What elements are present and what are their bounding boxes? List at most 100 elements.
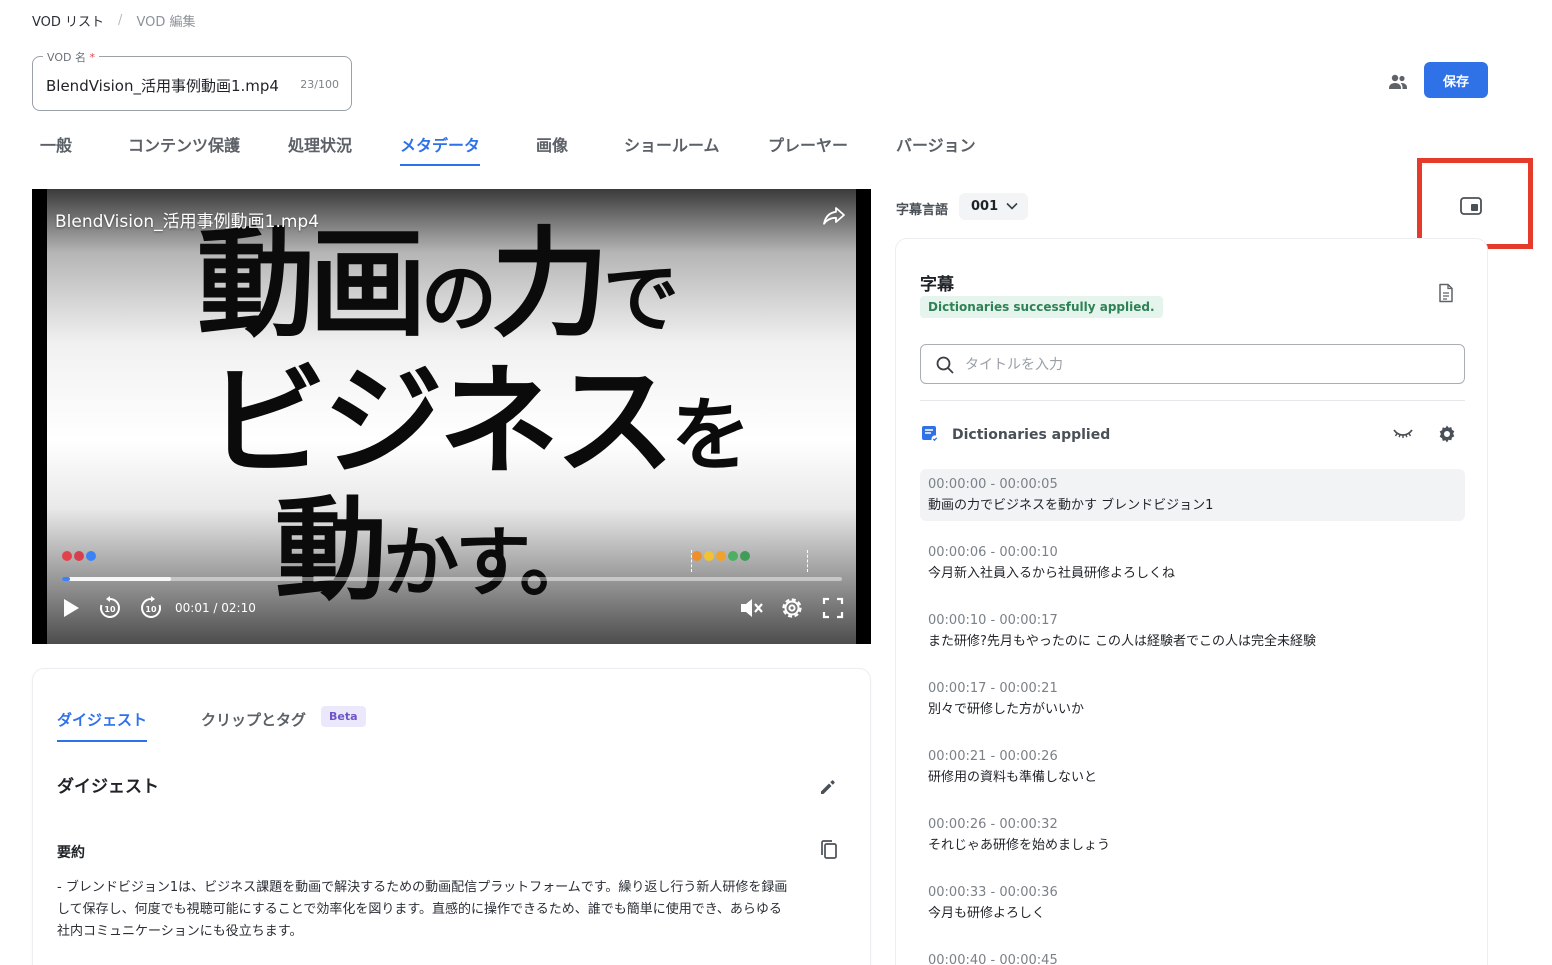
cue-text: それじゃあ研修を始めましょう	[928, 838, 1111, 853]
seek-buffer	[62, 577, 172, 581]
marker-dot	[74, 551, 84, 561]
video-headline-line3: 動かす。	[275, 486, 595, 616]
subtitle-cue[interactable]: 00:00:40 - 00:00:45	[920, 945, 1465, 965]
digest-panel: ダイジェスト クリップとタグ Beta ダイジェスト 要約 - ブレンドビジョン…	[32, 668, 871, 965]
dictionary-applied-label: Dictionaries applied	[952, 427, 1111, 443]
cue-time: 00:00:40 - 00:00:45	[928, 953, 1058, 965]
beta-badge: Beta	[321, 706, 366, 727]
search-icon	[935, 355, 955, 375]
seek-bar[interactable]	[62, 577, 842, 581]
subtitle-cue[interactable]: 00:00:26 - 00:00:32 それじゃあ研修を始めましょう	[920, 809, 1465, 861]
subtitle-cue[interactable]: 00:00:00 - 00:00:05 動画の力でビジネスを動かす ブレンドビジ…	[920, 469, 1465, 521]
search-input[interactable]	[965, 353, 1445, 377]
subtitle-language-select[interactable]: 001	[959, 193, 1028, 220]
summary-line: - ブレンドビジョン1は、ビジネス課題を動画で解決するための動画配信プラットフォ…	[57, 880, 788, 895]
chapter-markers-left[interactable]	[62, 551, 96, 561]
users-icon[interactable]	[1386, 70, 1410, 94]
cue-text: 動画の力でビジネスを動かす ブレンドビジョン1	[928, 498, 1214, 513]
tab-images[interactable]: 画像	[536, 132, 568, 166]
volume-mute-icon[interactable]	[738, 595, 764, 621]
dictionary-icon	[921, 425, 939, 443]
subtitle-cue[interactable]: 00:00:06 - 00:00:10 今月新入社員入るから社員研修よろしくね	[920, 537, 1465, 589]
cue-text: 研修用の資料も準備しないと	[928, 770, 1098, 785]
breadcrumb-vod-list[interactable]: VOD リスト	[32, 11, 104, 30]
vod-name-label: VOD 名 *	[43, 49, 99, 65]
marker-dot	[62, 551, 72, 561]
cue-time: 00:00:00 - 00:00:05	[928, 477, 1058, 492]
cue-time: 00:00:06 - 00:00:10	[928, 545, 1058, 560]
layout-toggle-icon[interactable]	[1459, 196, 1483, 216]
chevron-down-icon	[1006, 199, 1018, 214]
summary-line: 社内コミュニケーションにも役立ちます。	[57, 924, 303, 939]
cue-time: 00:00:26 - 00:00:32	[928, 817, 1058, 832]
tab-content-protection[interactable]: コンテンツ保護	[128, 132, 240, 166]
tab-showroom[interactable]: ショールーム	[624, 132, 720, 166]
pencil-icon[interactable]	[818, 777, 838, 797]
subtitle-cue[interactable]: 00:00:10 - 00:00:17 また研修?先月もやったのに この人は経験…	[920, 605, 1465, 657]
marker-dot	[704, 551, 714, 561]
vod-name-counter: 23/100	[300, 78, 339, 91]
vod-edit-page: VOD リスト / VOD 編集 VOD 名 * BlendVision_活用事…	[0, 0, 1552, 965]
video-headline-line2: ビジネスを	[207, 353, 751, 492]
tab-metadata[interactable]: メタデータ	[400, 132, 481, 166]
marker-dot	[716, 551, 726, 561]
marker-dot	[692, 551, 702, 561]
play-icon[interactable]	[58, 595, 84, 621]
svg-text:10: 10	[104, 605, 116, 614]
copy-icon[interactable]	[819, 839, 839, 861]
breadcrumb-separator: /	[118, 13, 123, 28]
gear-icon[interactable]	[779, 595, 805, 621]
cue-text: 今月新入社員入るから社員研修よろしくね	[928, 566, 1176, 581]
subtitle-panel-title: 字幕	[920, 275, 954, 295]
eye-closed-icon[interactable]	[1392, 425, 1414, 441]
subtitle-panel: 字幕 Dictionaries successfully applied. Di…	[895, 238, 1488, 965]
seek-progress	[62, 577, 70, 581]
summary-line: して保存し、何度でも視聴可能にすることで効率化を図ります。直感的に操作できるため…	[57, 902, 782, 917]
tab-player[interactable]: プレーヤー	[768, 132, 848, 166]
summary-text: - ブレンドビジョン1は、ビジネス課題を動画で解決するための動画配信プラットフォ…	[57, 877, 847, 943]
tab-clips-and-tags[interactable]: クリップとタグ	[201, 709, 306, 740]
marker-dot	[728, 551, 738, 561]
subtitle-cue[interactable]: 00:00:17 - 00:00:21 別々で研修した方がいいか	[920, 673, 1465, 725]
save-button[interactable]: 保存	[1424, 62, 1488, 98]
tab-version[interactable]: バージョン	[896, 132, 976, 166]
time-readout: 00:01 / 02:10	[175, 601, 256, 615]
breadcrumb: VOD リスト / VOD 編集	[32, 11, 195, 30]
video-frame: 動画の力で ビジネスを 動かす。	[47, 189, 856, 644]
vod-name-value[interactable]: BlendVision_活用事例動画1.mp4	[46, 75, 279, 96]
video-player[interactable]: 動画の力で ビジネスを 動かす。 BlendVision_活用事例動画1.mp4	[32, 189, 871, 644]
marker-dot	[86, 551, 96, 561]
divider	[920, 400, 1465, 401]
subtitle-search[interactable]	[920, 344, 1465, 384]
cue-time: 00:00:33 - 00:00:36	[928, 885, 1058, 900]
summary-title: 要約	[57, 845, 85, 861]
tab-digest[interactable]: ダイジェスト	[57, 709, 148, 742]
fullscreen-icon[interactable]	[820, 595, 846, 621]
breadcrumb-current: VOD 編集	[136, 15, 196, 30]
video-headline-line1: 動画の力で	[197, 215, 679, 353]
svg-text:10: 10	[145, 605, 157, 614]
document-icon[interactable]	[1438, 283, 1454, 303]
chapter-markers-right[interactable]	[692, 551, 750, 561]
gear-icon[interactable]	[1437, 424, 1457, 444]
cue-time: 00:00:21 - 00:00:26	[928, 749, 1058, 764]
tab-processing-status[interactable]: 処理状況	[288, 132, 352, 166]
subtitle-cue[interactable]: 00:00:21 - 00:00:26 研修用の資料も準備しないと	[920, 741, 1465, 793]
subtitle-language-label: 字幕言語	[896, 203, 949, 218]
digest-title: ダイジェスト	[57, 777, 159, 797]
cue-time: 00:00:10 - 00:00:17	[928, 613, 1058, 628]
marker-dot	[740, 551, 750, 561]
cue-time: 00:00:17 - 00:00:21	[928, 681, 1058, 696]
cue-text: 別々で研修した方がいいか	[928, 702, 1085, 717]
tab-general[interactable]: 一般	[40, 132, 72, 166]
cue-text: 今月も研修よろしく	[928, 906, 1046, 921]
subtitle-language-value: 001	[971, 199, 999, 214]
vod-name-field[interactable]: VOD 名 * BlendVision_活用事例動画1.mp4 23/100	[32, 49, 352, 111]
video-title: BlendVision_活用事例動画1.mp4	[55, 212, 320, 232]
status-badge: Dictionaries successfully applied.	[920, 296, 1163, 318]
subtitle-cue[interactable]: 00:00:33 - 00:00:36 今月も研修よろしく	[920, 877, 1465, 929]
cue-text: また研修?先月もやったのに この人は経験者でこの人は完全未経験	[928, 634, 1317, 649]
rewind-10-icon[interactable]: 10	[97, 595, 123, 621]
forward-10-icon[interactable]: 10	[138, 595, 164, 621]
share-icon[interactable]	[822, 205, 846, 227]
